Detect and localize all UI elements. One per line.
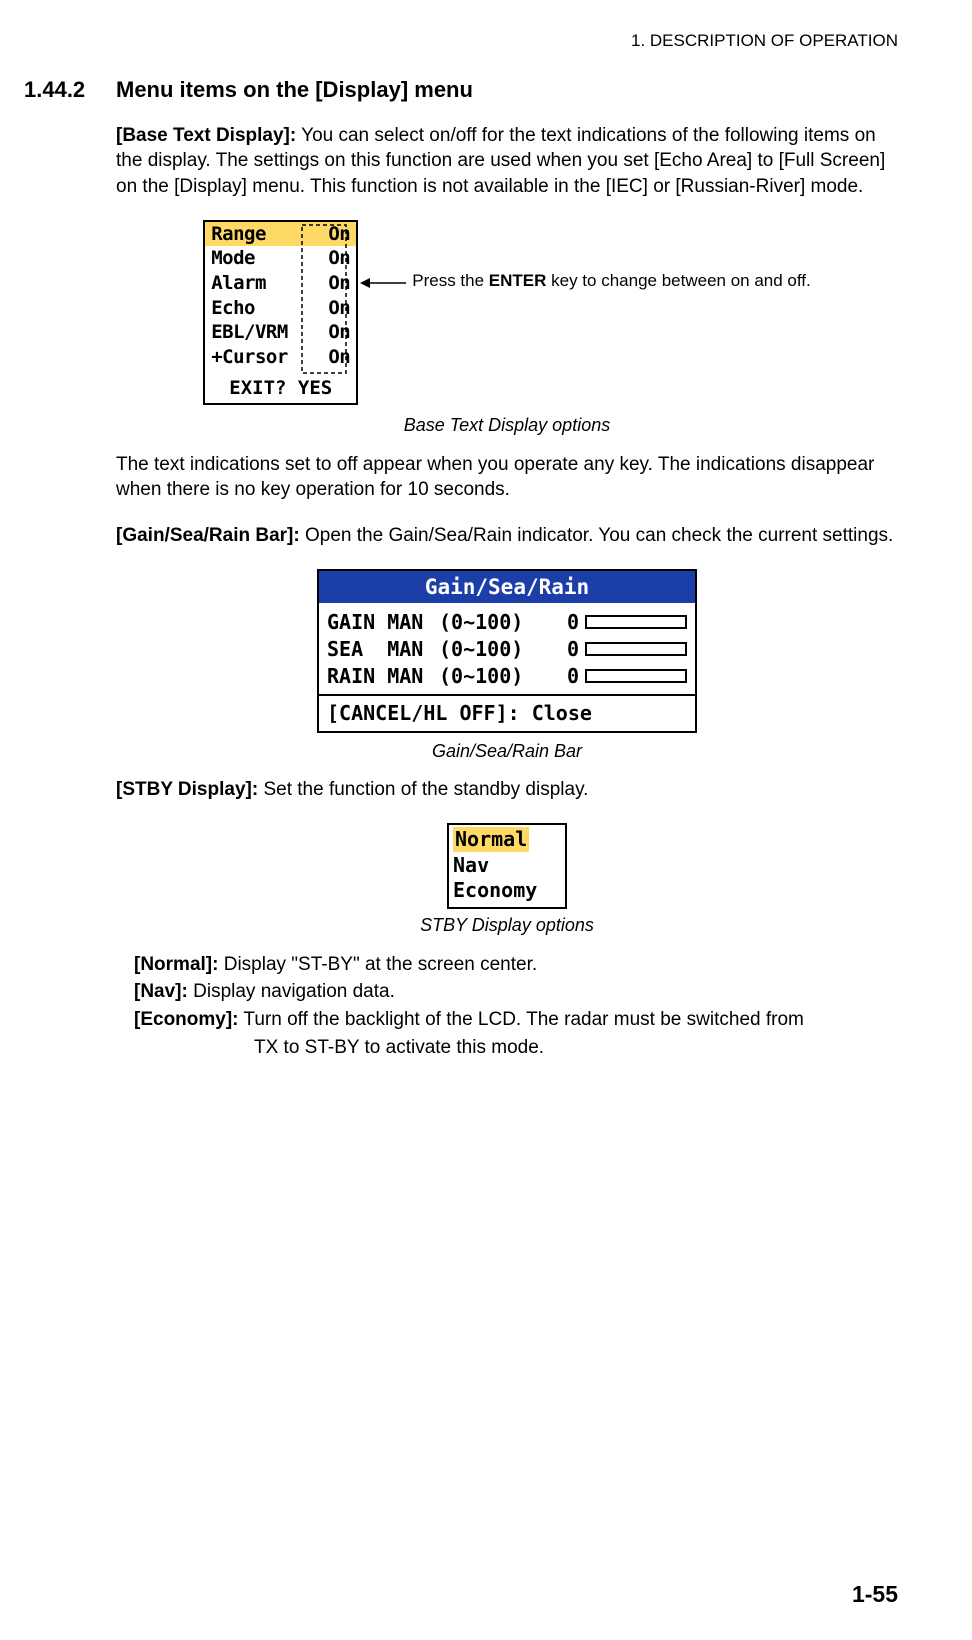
- gsr-lead: [Gain/Sea/Rain Bar]:: [116, 525, 300, 546]
- paragraph-base-text: [Base Text Display]: You can select on/o…: [116, 123, 898, 200]
- gsr-footer[interactable]: [CANCEL/HL OFF]: Close: [319, 694, 695, 731]
- def-normal-rest: Display "ST-BY" at the screen center.: [218, 954, 537, 975]
- gsr-sea-bar: [585, 642, 687, 656]
- stby-lead: [STBY Display]:: [116, 779, 258, 800]
- def-econ-lead: [Economy]:: [134, 1009, 239, 1030]
- base-text-menu-box: RangeOn ModeOn AlarmOn EchoOn EBL/VRMOn …: [203, 220, 358, 406]
- figure-base-text: RangeOn ModeOn AlarmOn EchoOn EBL/VRMOn …: [116, 220, 898, 406]
- gsr-gain-bar: [585, 615, 687, 629]
- gsr-row-sea[interactable]: SEA MAN (0~100) 0: [327, 636, 687, 663]
- base-row-range[interactable]: RangeOn: [205, 222, 356, 247]
- section-title-text: Menu items on the [Display] menu: [116, 75, 473, 105]
- base-row-ebl-vrm[interactable]: EBL/VRMOn: [205, 320, 356, 345]
- base-row-echo[interactable]: EchoOn: [205, 296, 356, 321]
- stby-item-normal[interactable]: Normal: [453, 827, 529, 852]
- stby-body: Set the function of the standby display.: [258, 779, 588, 800]
- figure-gain-sea-rain: Gain/Sea/Rain GAIN MAN (0~100) 0 SEA MAN…: [116, 569, 898, 733]
- def-nav-rest: Display navigation data.: [188, 981, 395, 1002]
- gsr-panel: Gain/Sea/Rain GAIN MAN (0~100) 0 SEA MAN…: [317, 569, 697, 733]
- def-econ-continuation: TX to ST-BY to activate this mode.: [254, 1035, 898, 1061]
- base-row-cursor[interactable]: +CursorOn: [205, 345, 356, 370]
- stby-definitions: [Normal]: Display "ST-BY" at the screen …: [134, 952, 898, 1061]
- def-nav-lead: [Nav]:: [134, 981, 188, 1002]
- def-normal-lead: [Normal]:: [134, 954, 218, 975]
- annot-pre: Press the: [412, 271, 489, 290]
- base-exit[interactable]: EXIT? YES: [205, 370, 356, 404]
- page-number: 1-55: [852, 1579, 898, 1610]
- stby-item-nav[interactable]: Nav: [453, 853, 561, 878]
- base-row-mode[interactable]: ModeOn: [205, 246, 356, 271]
- gsr-rain-bar: [585, 669, 687, 683]
- gsr-title: Gain/Sea/Rain: [319, 571, 695, 603]
- paragraph-stby: [STBY Display]: Set the function of the …: [116, 777, 898, 803]
- section-number: 1.44.2: [24, 75, 116, 105]
- stby-menu: Normal Nav Economy: [447, 823, 567, 910]
- figure-stby: Normal Nav Economy: [116, 823, 898, 910]
- gsr-row-gain[interactable]: GAIN MAN (0~100) 0: [327, 609, 687, 636]
- figure3-caption: STBY Display options: [116, 913, 898, 937]
- annot-enter-key: ENTER: [489, 271, 547, 290]
- figure2-caption: Gain/Sea/Rain Bar: [116, 739, 898, 763]
- paragraph-after-fig1: The text indications set to off appear w…: [116, 452, 898, 503]
- annot-post: key to change between on and off.: [546, 271, 810, 290]
- paragraph-gain-sea-rain: [Gain/Sea/Rain Bar]: Open the Gain/Sea/R…: [116, 523, 898, 549]
- figure1-caption: Base Text Display options: [116, 413, 898, 437]
- figure1-annotation: Press the ENTER key to change between on…: [360, 270, 811, 292]
- chapter-header: 1. DESCRIPTION OF OPERATION: [24, 30, 898, 53]
- gsr-body-text: Open the Gain/Sea/Rain indicator. You ca…: [300, 525, 894, 546]
- stby-item-economy[interactable]: Economy: [453, 878, 561, 903]
- gsr-row-rain[interactable]: RAIN MAN (0~100) 0: [327, 663, 687, 690]
- base-row-alarm[interactable]: AlarmOn: [205, 271, 356, 296]
- def-econ-rest: Turn off the backlight of the LCD. The r…: [239, 1009, 804, 1030]
- arrow-left-icon: [360, 276, 406, 290]
- section-heading: 1.44.2 Menu items on the [Display] menu: [24, 75, 898, 105]
- base-text-lead: [Base Text Display]:: [116, 125, 296, 146]
